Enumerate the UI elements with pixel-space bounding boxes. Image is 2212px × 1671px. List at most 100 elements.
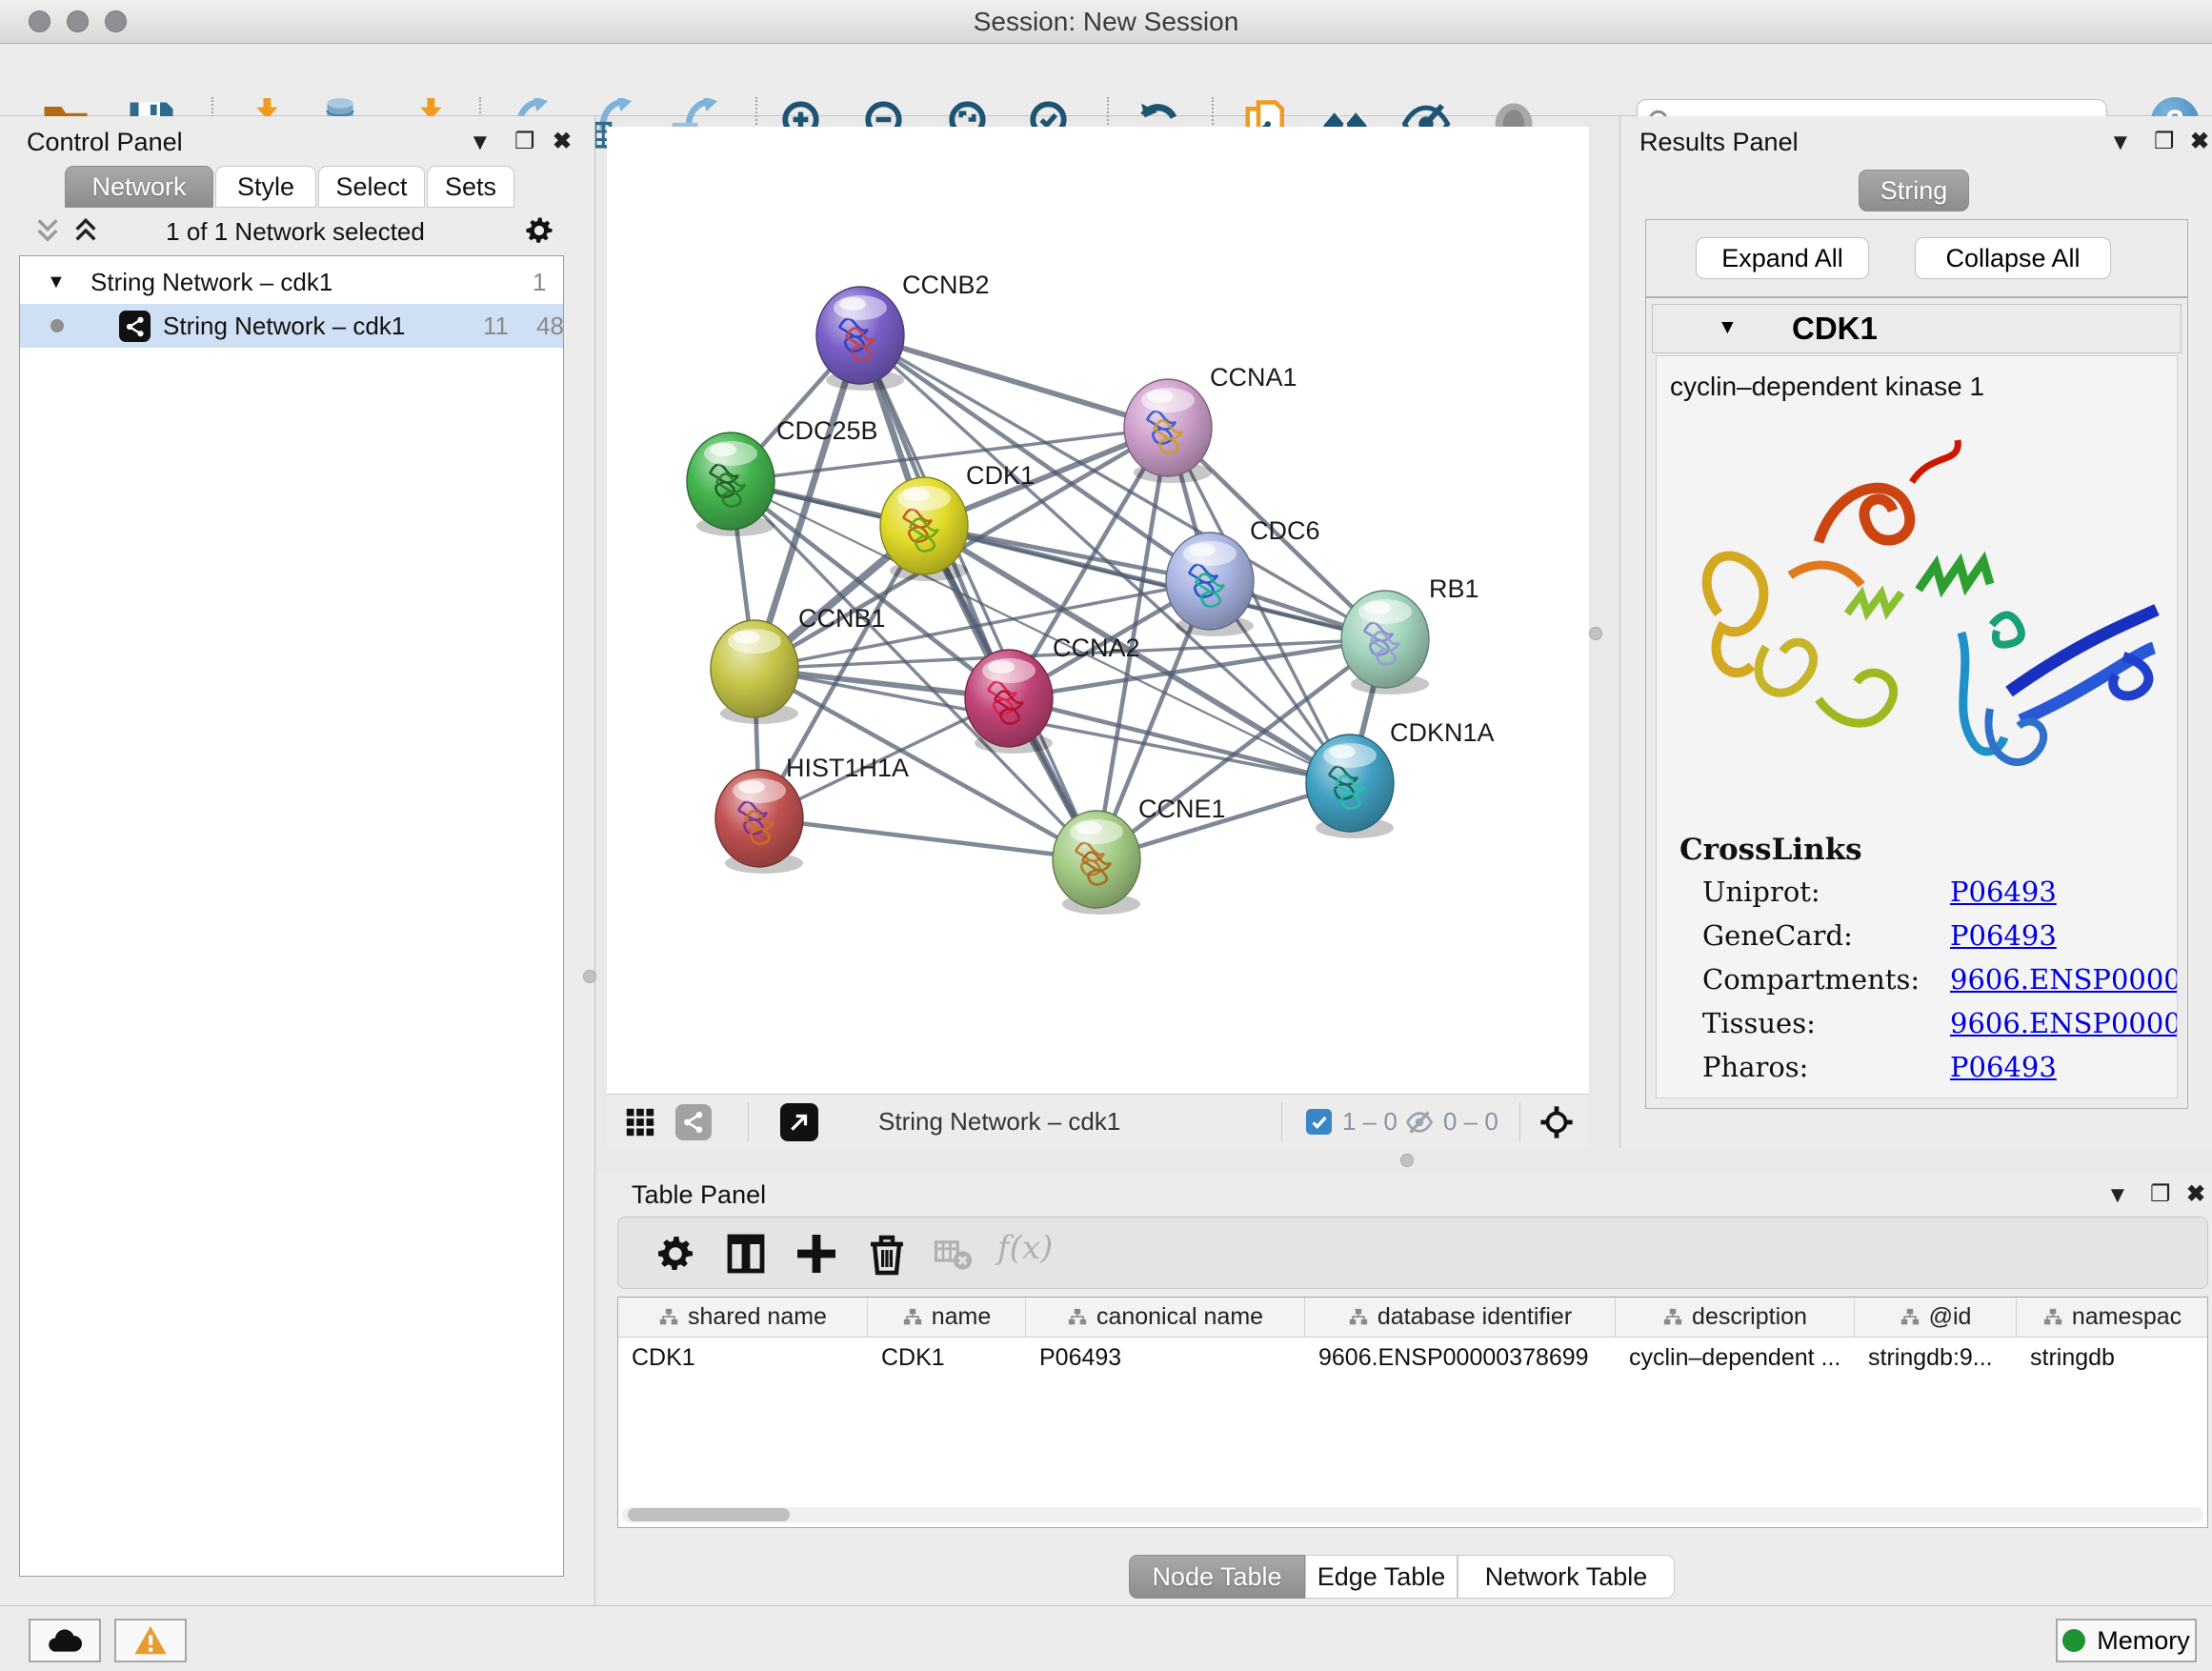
collapse-all-networks-icon[interactable] [32, 215, 63, 246]
collapse-all-button[interactable]: Collapse All [1915, 237, 2111, 279]
open-in-window-icon[interactable] [780, 1103, 818, 1141]
crosslink-row: Uniprot: P06493 [1702, 876, 1820, 908]
memory-button[interactable]: Memory [2056, 1619, 2197, 1662]
collapse-triangle-icon[interactable]: ▼ [47, 260, 66, 304]
network-collection-row[interactable]: ▼ String Network – cdk1 1 [20, 260, 563, 304]
cell-shared-name: CDK1 [618, 1338, 868, 1378]
tab-network[interactable]: Network [65, 166, 213, 208]
delete-column-icon[interactable] [864, 1231, 910, 1277]
window-title: Session: New Session [0, 0, 2212, 44]
table-header-row: shared name name canonical name database… [618, 1298, 2207, 1338]
cloud-button[interactable] [29, 1619, 101, 1662]
crosslink-link[interactable]: P06493 [1950, 1051, 2057, 1083]
maximize-panel-icon[interactable]: ❐ [514, 128, 535, 155]
share-view-icon[interactable] [675, 1104, 712, 1140]
gene-entry-content: cyclin–dependent kinase 1 CrossLinks [1656, 355, 2178, 1098]
column-header[interactable]: name [868, 1298, 1026, 1337]
network-edge[interactable] [860, 335, 1168, 428]
float-panel-icon[interactable]: ▼ [469, 130, 492, 156]
column-header[interactable]: @id [1855, 1298, 2017, 1337]
hidden-eye-icon [1405, 1108, 1434, 1137]
delete-table-icon [933, 1231, 973, 1277]
column-header[interactable]: namespac [2017, 1298, 2207, 1337]
results-panel: Results Panel ▼ ❐ ✖ String Expand All Co… [1619, 116, 2212, 1148]
warnings-button[interactable] [114, 1619, 187, 1662]
close-panel-icon[interactable]: ✖ [553, 128, 572, 155]
protein-structure-image [1676, 413, 2171, 814]
network-options-gear-icon[interactable] [522, 213, 556, 248]
window-titlebar: Session: New Session [0, 0, 2212, 44]
birdseye-crosshair-icon[interactable] [1538, 1104, 1575, 1140]
minimize-window-button[interactable] [67, 10, 89, 32]
network-node-hist1h1a[interactable]: HIST1H1A [715, 754, 909, 874]
tab-style[interactable]: Style [215, 166, 316, 208]
collapse-triangle-icon[interactable]: ▼ [1718, 316, 1738, 339]
crosslink-link[interactable]: P06493 [1950, 876, 2057, 908]
close-panel-icon[interactable]: ✖ [2186, 1180, 2205, 1208]
memory-label: Memory [2097, 1626, 2190, 1656]
collection-count: 1 [533, 260, 546, 304]
tab-node-table[interactable]: Node Table [1129, 1555, 1305, 1599]
gene-entry-header[interactable]: ▼ CDK1 [1652, 304, 2182, 353]
network-node-ccna1[interactable]: CCNA1 [1124, 363, 1297, 483]
maximize-panel-icon[interactable]: ❐ [2150, 1180, 2171, 1208]
network-node-label: CDK1 [966, 461, 1035, 490]
crosslink-row: Compartments: 9606.ENSP00000378699 [1702, 963, 1920, 996]
crosslink-label: GeneCard: [1702, 919, 1853, 952]
show-columns-icon[interactable] [723, 1231, 769, 1277]
panel-divider-handle[interactable] [583, 970, 596, 983]
close-window-button[interactable] [29, 10, 50, 32]
network-row-selected[interactable]: String Network – cdk1 11 48 [20, 304, 563, 348]
node-table: shared name name canonical name database… [617, 1297, 2208, 1528]
add-column-icon[interactable] [794, 1231, 839, 1277]
maximize-panel-icon[interactable]: ❐ [2154, 128, 2175, 155]
table-row[interactable]: CDK1 CDK1 P06493 9606.ENSP00000378699 cy… [618, 1338, 2207, 1378]
grid-view-icon[interactable] [624, 1106, 656, 1138]
footer-separator [1519, 1102, 1520, 1141]
gene-description: cyclin–dependent kinase 1 [1670, 372, 1984, 402]
network-node-rb1[interactable]: RB1 [1341, 574, 1479, 695]
network-view-canvas[interactable]: CCNB2CCNA1CDC25BCDK1CDC6RB1CCNB1CCNA2CDK… [607, 127, 1589, 1094]
network-node-label: CCNB2 [902, 271, 990, 299]
float-panel-icon[interactable]: ▼ [2106, 1182, 2129, 1209]
crosslink-link[interactable]: 9606.ENSP00000378699 [1950, 1007, 2178, 1039]
selected-checkbox-icon[interactable] [1306, 1109, 1332, 1135]
network-edge[interactable] [759, 818, 1096, 859]
tab-sets[interactable]: Sets [427, 166, 514, 208]
close-panel-icon[interactable]: ✖ [2190, 128, 2209, 155]
zoom-window-button[interactable] [105, 10, 127, 32]
crosslink-label: Compartments: [1702, 963, 1920, 996]
column-header[interactable]: database identifier [1305, 1298, 1616, 1337]
table-toolbar: f(x) [617, 1217, 2208, 1289]
network-node-ccne1[interactable]: CCNE1 [1053, 795, 1226, 915]
tab-edge-table[interactable]: Edge Table [1305, 1555, 1458, 1599]
results-panel-title: Results Panel [1639, 128, 1799, 157]
footer-separator [1281, 1102, 1282, 1141]
column-header[interactable]: shared name [618, 1298, 868, 1337]
network-node-label: CCNE1 [1138, 795, 1226, 823]
crosslink-link[interactable]: P06493 [1950, 919, 2057, 952]
table-divider-handle[interactable] [1400, 1154, 1414, 1167]
tab-string[interactable]: String [1859, 170, 1969, 211]
scrollbar-thumb[interactable] [628, 1508, 790, 1521]
crosslink-link[interactable]: 9606.ENSP00000378699 [1950, 963, 2178, 996]
crosslink-label: Uniprot: [1702, 876, 1820, 908]
float-panel-icon[interactable]: ▼ [2109, 130, 2132, 156]
control-panel-title: Control Panel [27, 128, 183, 157]
column-header[interactable]: description [1616, 1298, 1855, 1337]
collection-label: String Network – cdk1 [90, 260, 332, 304]
network-node-cdkn1a[interactable]: CDKN1A [1306, 718, 1495, 838]
expand-all-networks-icon[interactable] [70, 215, 101, 246]
tab-network-table[interactable]: Network Table [1458, 1555, 1675, 1599]
table-settings-gear-icon[interactable] [653, 1231, 698, 1277]
tab-select[interactable]: Select [318, 166, 425, 208]
function-builder-icon: f(x) [997, 1229, 1053, 1267]
results-divider-handle[interactable] [1589, 627, 1602, 640]
crosslink-row: Tissues: 9606.ENSP00000378699 [1702, 1007, 1816, 1039]
results-entry-box: ▼ CDK1 cyclin–dependent kinase 1 [1645, 297, 2188, 1109]
expand-all-button[interactable]: Expand All [1696, 237, 1869, 279]
network-node-label: CDKN1A [1390, 718, 1495, 747]
column-header[interactable]: canonical name [1026, 1298, 1305, 1337]
results-buttons-box: Expand All Collapse All [1645, 219, 2188, 297]
network-node-label: CDC25B [776, 416, 878, 445]
